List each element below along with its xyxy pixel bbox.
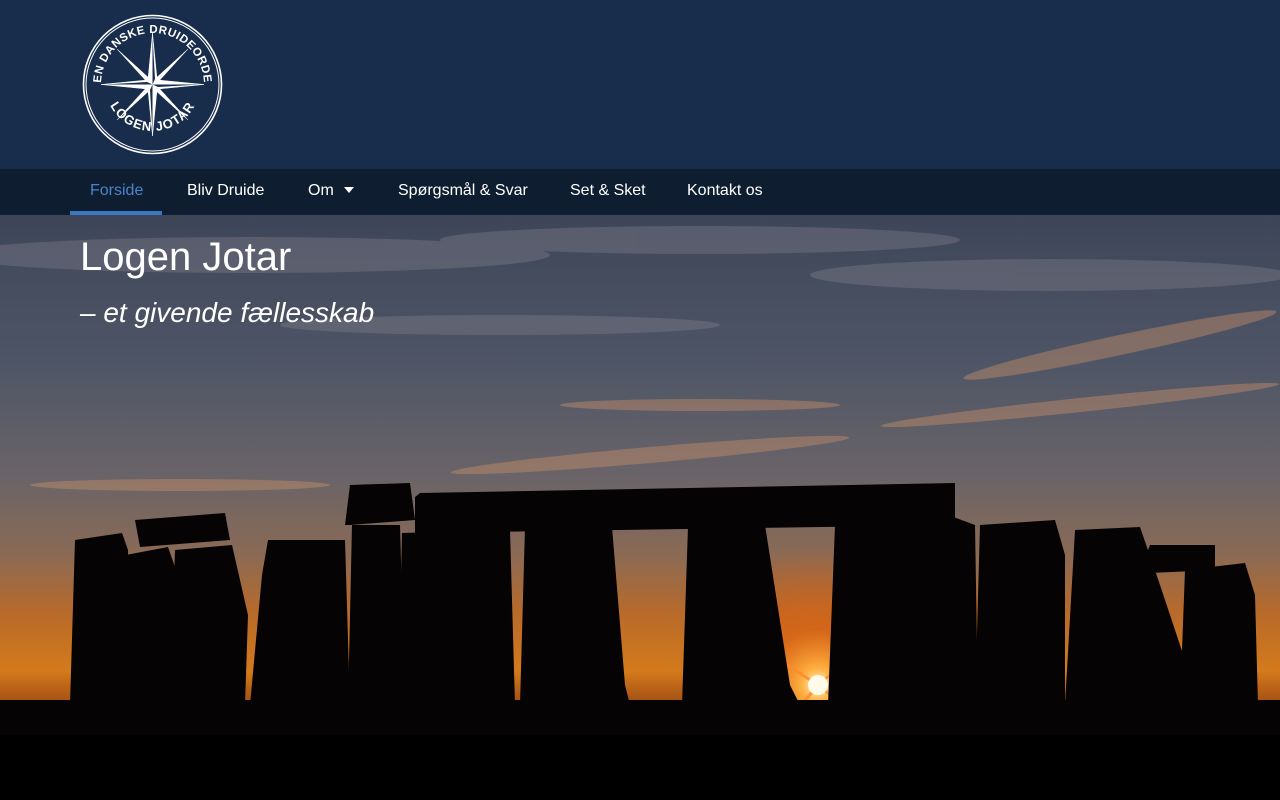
- nav-item-label: Spørgsmål & Svar: [398, 182, 528, 199]
- nav-item-label: Forside: [90, 182, 144, 199]
- nav-item-label: Bliv Druide: [187, 182, 265, 199]
- svg-text:DEN DANSKE DRUIDEORDEN: DEN DANSKE DRUIDEORDEN: [81, 13, 213, 83]
- nav-item-set-sket[interactable]: Set & Sket: [570, 169, 646, 215]
- nav-item-forside[interactable]: Forside: [90, 169, 143, 215]
- nav-item-label: Set & Sket: [570, 182, 646, 199]
- logo-top-text: DEN DANSKE DRUIDEORDEN: [81, 13, 213, 83]
- site-logo[interactable]: DEN DANSKE DRUIDEORDEN LOGEN JOTAR: [81, 13, 224, 156]
- hero-subtitle: – et givende fællesskab: [80, 297, 375, 328]
- nav-item-kontakt-os[interactable]: Kontakt os: [687, 169, 763, 215]
- chevron-down-icon: [343, 186, 354, 193]
- site-header: DEN DANSKE DRUIDEORDEN LOGEN JOTAR: [0, 0, 1280, 169]
- nav-item-label: Kontakt os: [687, 182, 763, 199]
- hero-title: Logen Jotar: [80, 235, 292, 279]
- nav-item-om[interactable]: Om: [308, 169, 354, 215]
- main-nav: Forside Bliv Druide Om Spørgsmål & Svar …: [0, 169, 1280, 215]
- nav-item-bliv-druide[interactable]: Bliv Druide: [187, 169, 264, 215]
- nav-item-spoergsmaal-svar[interactable]: Spørgsmål & Svar: [398, 169, 528, 215]
- nav-item-label: Om: [308, 182, 334, 199]
